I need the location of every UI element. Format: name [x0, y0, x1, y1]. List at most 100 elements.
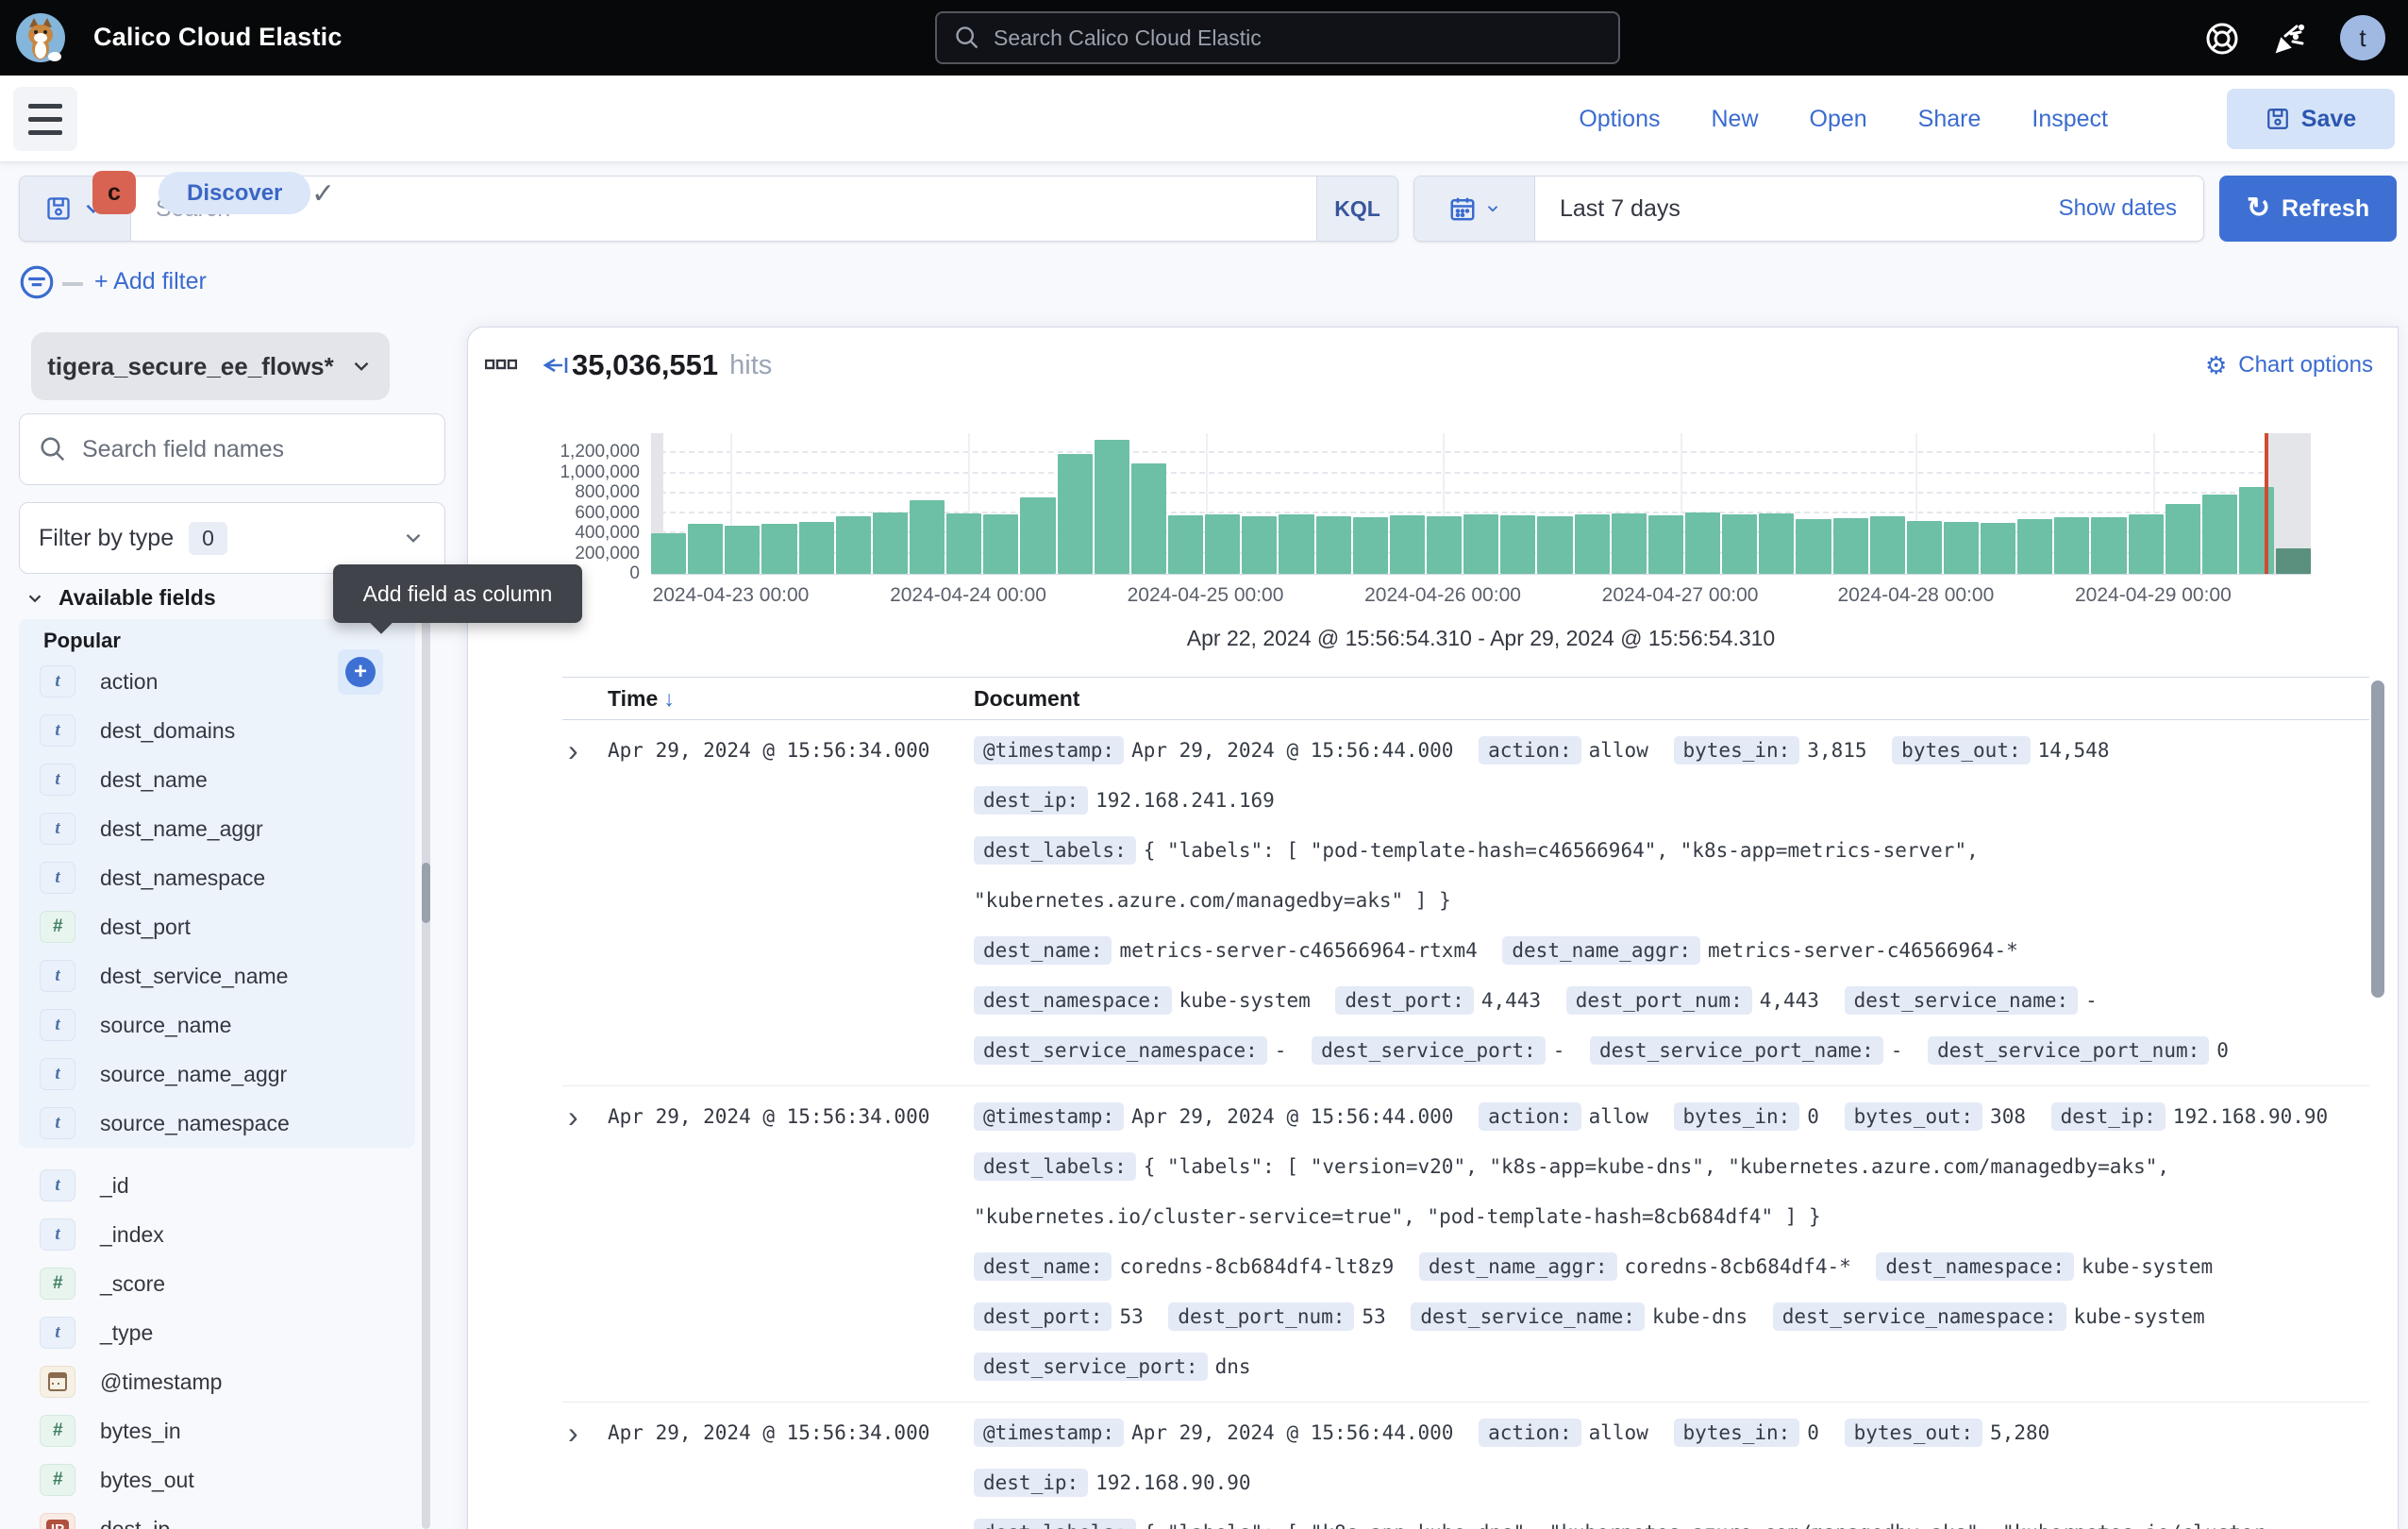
- field-badge[interactable]: dest_service_port:: [974, 1353, 1208, 1381]
- histogram-bar[interactable]: [1722, 514, 1757, 574]
- field-badge[interactable]: dest_name_aggr:: [1502, 936, 1700, 965]
- field-item-dest_ip[interactable]: IPdest_ip: [19, 1504, 434, 1529]
- field-badge[interactable]: dest_service_port_num:: [1928, 1036, 2209, 1065]
- filter-icon[interactable]: [17, 262, 57, 302]
- histogram-bar[interactable]: [688, 524, 723, 574]
- field-item-source_name[interactable]: tsource_name: [19, 1000, 434, 1050]
- histogram-bar[interactable]: [2054, 517, 2089, 574]
- histogram-bar[interactable]: [1833, 518, 1868, 574]
- field-badge[interactable]: dest_service_name:: [1845, 986, 2079, 1015]
- show-dates-link[interactable]: Show dates: [2059, 176, 2203, 241]
- histogram-bar[interactable]: [1612, 513, 1647, 574]
- field-item-dest_name[interactable]: tdest_name: [19, 755, 434, 804]
- field-badge[interactable]: dest_port_num:: [1168, 1302, 1354, 1331]
- field-badge[interactable]: dest_labels:: [974, 1519, 1136, 1529]
- histogram-bar[interactable]: [1168, 515, 1203, 574]
- histogram-bar[interactable]: [2202, 495, 2237, 574]
- field-badge[interactable]: dest_port_num:: [1566, 986, 1752, 1015]
- field-badge[interactable]: bytes_in:: [1674, 736, 1800, 764]
- histogram-bar[interactable]: [1944, 522, 1979, 574]
- histogram-bar[interactable]: [1537, 516, 1572, 574]
- histogram-bar[interactable]: [1870, 516, 1905, 574]
- sort-descending-icon[interactable]: ↓: [663, 686, 675, 711]
- histogram-bar[interactable]: [1390, 515, 1425, 574]
- histogram-bar[interactable]: [2091, 517, 2126, 574]
- histogram-bar[interactable]: [1685, 512, 1720, 574]
- add-filter-button[interactable]: + Add filter: [94, 268, 207, 295]
- histogram-bar[interactable]: [2239, 487, 2274, 574]
- field-badge[interactable]: dest_service_port_name:: [1590, 1036, 1883, 1065]
- field-badge[interactable]: dest_name:: [974, 936, 1112, 965]
- histogram-bar[interactable]: [1020, 497, 1055, 574]
- field-badge[interactable]: dest_port:: [1335, 986, 1473, 1015]
- histogram-bar[interactable]: [725, 526, 760, 574]
- field-badge[interactable]: @timestamp:: [974, 1419, 1124, 1447]
- field-badge[interactable]: @timestamp:: [974, 736, 1124, 764]
- sidebar-scrollbar-thumb[interactable]: [422, 863, 430, 923]
- save-button[interactable]: Save: [2227, 89, 2395, 149]
- field-badge[interactable]: action:: [1479, 1419, 1581, 1447]
- options-button[interactable]: Options: [1579, 106, 1660, 133]
- open-button[interactable]: Open: [1810, 106, 1867, 133]
- histogram-bar[interactable]: [1058, 454, 1093, 574]
- field-item-dest_domains[interactable]: tdest_domains: [19, 706, 434, 755]
- field-item-bytes_in[interactable]: #bytes_in: [19, 1406, 434, 1455]
- histogram-bar[interactable]: [1575, 514, 1610, 574]
- global-search-input[interactable]: Search Calico Cloud Elastic: [935, 11, 1620, 64]
- expand-row-button[interactable]: ›: [562, 1092, 608, 1142]
- field-badge[interactable]: action:: [1479, 1102, 1581, 1131]
- help-icon[interactable]: [2204, 21, 2240, 57]
- field-item-@timestamp[interactable]: @timestamp: [19, 1357, 434, 1406]
- field-badge[interactable]: @timestamp:: [974, 1102, 1124, 1131]
- date-picker[interactable]: Last 7 days Show dates: [1413, 176, 2204, 242]
- field-badge[interactable]: dest_service_namespace:: [1773, 1302, 2066, 1331]
- field-badge[interactable]: dest_ip:: [974, 1469, 1088, 1497]
- field-item-bytes_out[interactable]: #bytes_out: [19, 1455, 434, 1504]
- field-search-input[interactable]: Search field names: [19, 413, 445, 485]
- field-badge[interactable]: dest_service_name:: [1411, 1302, 1645, 1331]
- field-item-dest_port[interactable]: #dest_port: [19, 902, 434, 951]
- histogram-bar[interactable]: [1205, 514, 1240, 574]
- histogram-bar[interactable]: [1907, 521, 1942, 574]
- field-badge[interactable]: dest_ip:: [2051, 1102, 2166, 1131]
- chart-options-button[interactable]: ⚙ Chart options: [2205, 351, 2373, 380]
- histogram-bar[interactable]: [761, 524, 796, 574]
- histogram-bar[interactable]: [2276, 548, 2311, 574]
- news-feed-icon[interactable]: [2272, 21, 2308, 57]
- histogram-bar[interactable]: [1316, 516, 1351, 574]
- histogram-bar[interactable]: [1095, 440, 1129, 574]
- histogram-bar[interactable]: [1279, 514, 1313, 574]
- inspect-button[interactable]: Inspect: [2032, 106, 2108, 133]
- calico-logo[interactable]: [15, 12, 66, 63]
- field-badge[interactable]: action:: [1479, 736, 1581, 764]
- histogram-bar[interactable]: [983, 514, 1018, 574]
- histogram-bar[interactable]: [836, 516, 871, 574]
- collapse-sidebar-icon[interactable]: [542, 352, 574, 378]
- field-item-source_namespace[interactable]: tsource_namespace: [19, 1099, 434, 1148]
- histogram-bar[interactable]: [1500, 515, 1535, 574]
- field-badge[interactable]: bytes_in:: [1674, 1102, 1800, 1131]
- expand-row-button[interactable]: ›: [562, 726, 608, 776]
- histogram-bar[interactable]: [799, 522, 834, 574]
- time-range-value[interactable]: Last 7 days: [1535, 176, 2059, 241]
- field-badge[interactable]: dest_labels:: [974, 836, 1136, 865]
- field-list-toggle-icon[interactable]: [485, 352, 517, 377]
- document-column-header[interactable]: Document: [974, 686, 1079, 712]
- field-badge[interactable]: bytes_out:: [1845, 1419, 1982, 1447]
- space-badge[interactable]: c: [92, 171, 136, 214]
- histogram-bar[interactable]: [1427, 516, 1462, 574]
- field-item-dest_namespace[interactable]: tdest_namespace: [19, 853, 434, 902]
- histogram-bar[interactable]: [873, 512, 908, 574]
- histogram-bar[interactable]: [1353, 517, 1388, 574]
- histogram-bar[interactable]: [946, 513, 981, 574]
- histogram-bar[interactable]: [1131, 463, 1166, 574]
- field-badge[interactable]: dest_port:: [974, 1302, 1112, 1331]
- field-item-_score[interactable]: #_score: [19, 1259, 434, 1308]
- field-badge[interactable]: dest_ip:: [974, 786, 1088, 815]
- field-badge[interactable]: bytes_out:: [1892, 736, 2030, 764]
- histogram-bar[interactable]: [1463, 514, 1498, 574]
- field-badge[interactable]: dest_labels:: [974, 1152, 1136, 1181]
- time-column-header[interactable]: Time↓: [608, 686, 974, 712]
- histogram-bar[interactable]: [651, 533, 686, 574]
- field-item-_index[interactable]: t_index: [19, 1210, 434, 1259]
